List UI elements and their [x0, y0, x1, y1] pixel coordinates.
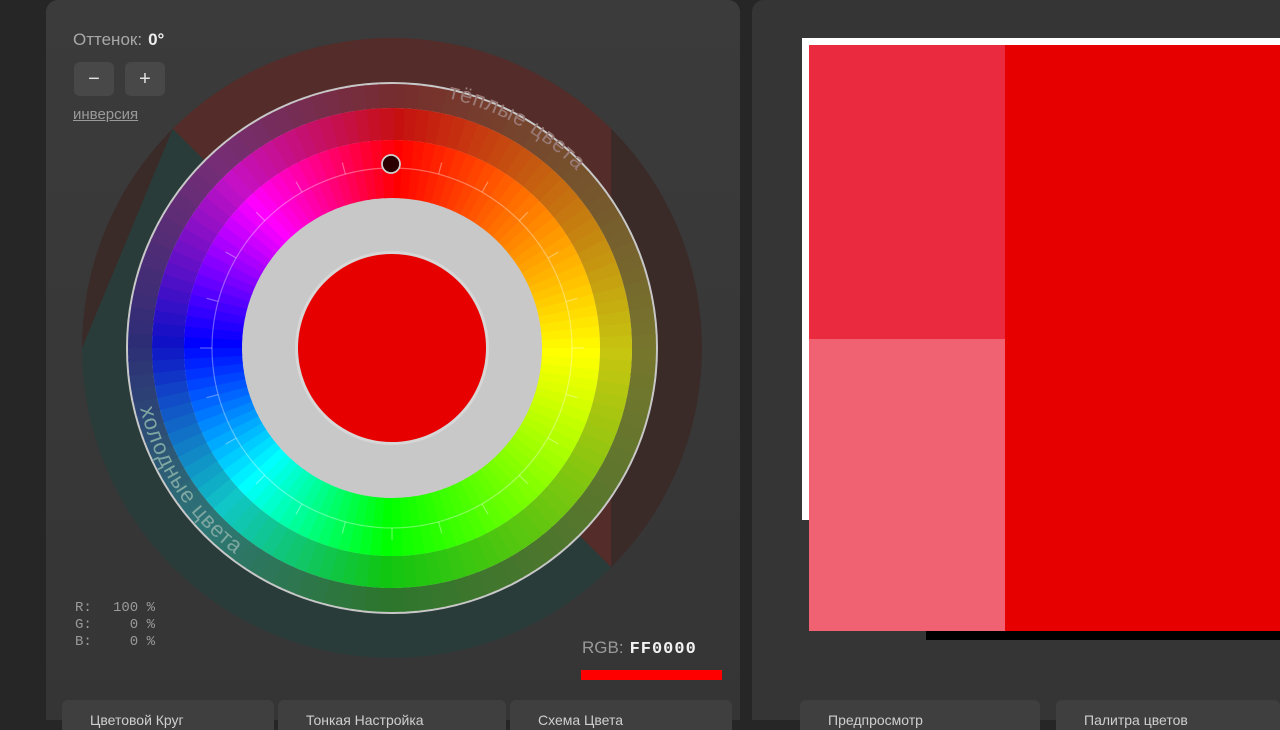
red-percent-row: R: 100 % — [75, 600, 155, 617]
hex-label: RGB: — [582, 638, 624, 657]
tab-preview[interactable]: Предпросмотр — [800, 700, 1040, 730]
rgb-percent-readout: R: 100 % G: 0 % B: 0 % — [75, 600, 155, 651]
green-channel-value: 0 % — [129, 617, 155, 633]
color-wheel[interactable]: тёплые цвета холодные цвета — [78, 34, 706, 662]
red-channel-value: 100 % — [112, 600, 155, 616]
blue-channel-label: B: — [75, 634, 92, 650]
swatch-pale-red[interactable] — [809, 339, 1005, 631]
center-swatch — [298, 254, 486, 442]
red-channel-label: R: — [75, 600, 92, 616]
green-channel-label: G: — [75, 617, 92, 633]
hex-readout: RGB: FF0000 — [582, 638, 697, 659]
tab-color-wheel[interactable]: Цветовой Круг — [62, 700, 274, 730]
hue-segment[interactable] — [379, 108, 395, 141]
hue-segment[interactable] — [378, 84, 395, 109]
blue-channel-value: 0 % — [129, 634, 155, 650]
swatch-light-red[interactable] — [809, 45, 1005, 339]
selection-marker[interactable] — [381, 154, 401, 174]
hex-value[interactable]: FF0000 — [630, 640, 697, 659]
green-percent-row: G: 0 % — [75, 617, 155, 634]
blue-percent-row: B: 0 % — [75, 634, 155, 651]
tab-fine-tuning[interactable]: Тонкая Настройка — [278, 700, 506, 730]
hex-color-bar — [581, 670, 722, 680]
swatch-main-red[interactable] — [1005, 45, 1280, 631]
tab-palette[interactable]: Палитра цветов — [1056, 700, 1280, 730]
tab-color-scheme[interactable]: Схема Цвета — [510, 700, 732, 730]
